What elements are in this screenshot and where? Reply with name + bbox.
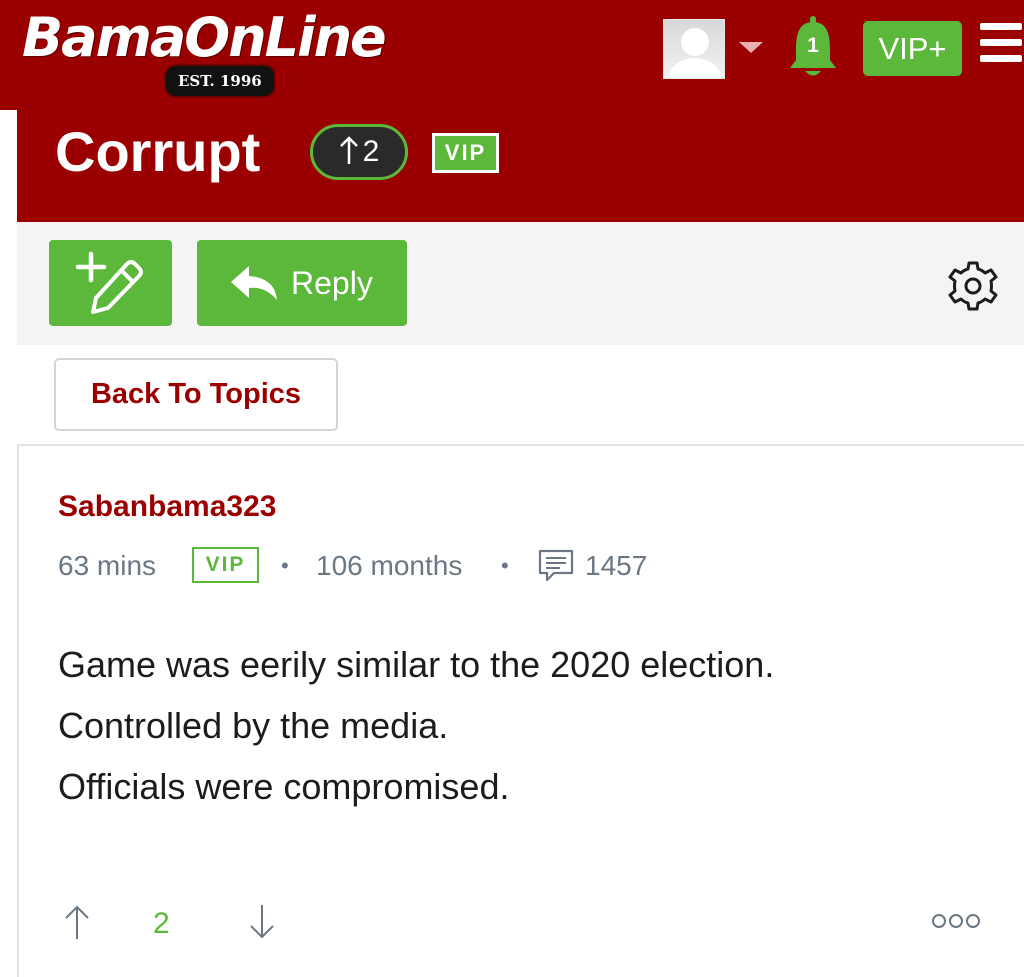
notification-count: 1 xyxy=(807,34,819,57)
meta-separator: • xyxy=(501,553,509,578)
compose-icon xyxy=(75,251,143,314)
thread-toolbar: Reply xyxy=(17,222,1024,345)
post-body-line: Game was eerily similar to the 2020 elec… xyxy=(58,644,775,685)
back-to-topics-button[interactable]: Back To Topics xyxy=(54,358,338,431)
post-time: 63 mins xyxy=(58,550,157,581)
upvote-button[interactable] xyxy=(63,904,91,940)
post-body: Game was eerily similar to the 2020 elec… xyxy=(58,634,998,817)
more-icon xyxy=(932,914,980,928)
new-post-button[interactable] xyxy=(49,240,172,326)
account-dropdown-caret-icon[interactable] xyxy=(739,42,763,53)
member-duration: 106 months xyxy=(316,550,463,581)
arrow-up-icon xyxy=(65,905,89,939)
post-body-line: Controlled by the media. xyxy=(58,705,449,746)
avatar-head xyxy=(681,28,709,56)
avatar-body xyxy=(669,58,721,78)
comment-icon xyxy=(538,549,574,582)
thread-vote-badge: 2 xyxy=(310,124,408,180)
site-logo[interactable]: BamaOnLine EST. 1996 xyxy=(22,6,452,98)
logo-text: BamaOnLine xyxy=(22,6,387,69)
thread-vip-badge: VIP xyxy=(432,133,499,173)
post-vote-count: 2 xyxy=(153,907,170,940)
settings-button[interactable] xyxy=(947,260,999,312)
gear-icon xyxy=(948,261,998,311)
arrow-down-icon xyxy=(250,905,274,939)
user-avatar[interactable] xyxy=(663,19,725,79)
logo-established-badge: EST. 1996 xyxy=(166,66,274,96)
reply-button-label: Reply xyxy=(291,265,373,301)
reply-button[interactable]: Reply xyxy=(197,240,407,326)
meta-separator: • xyxy=(281,553,289,578)
thread-title: Corrupt xyxy=(55,120,261,183)
downvote-button[interactable] xyxy=(248,904,276,940)
post-author[interactable]: Sabanbama323 xyxy=(58,490,276,524)
menu-button[interactable] xyxy=(980,23,1022,63)
notifications-button[interactable]: 1 xyxy=(786,16,840,80)
vip-plus-button[interactable]: VIP+ xyxy=(863,21,962,76)
post-body-line: Officials were compromised. xyxy=(58,766,510,807)
author-post-count: 1457 xyxy=(585,550,648,581)
arrow-up-icon xyxy=(339,136,358,164)
post-options-button[interactable] xyxy=(931,912,981,930)
thread-header: Corrupt 2 VIP xyxy=(17,110,1024,222)
reply-icon xyxy=(231,266,277,300)
thread-vote-count: 2 xyxy=(362,135,380,168)
post-card: Sabanbama323 63 mins VIP • 106 months • … xyxy=(17,444,1024,977)
author-vip-badge: VIP xyxy=(192,547,259,583)
site-header: BamaOnLine EST. 1996 1 VIP+ xyxy=(0,0,1024,110)
